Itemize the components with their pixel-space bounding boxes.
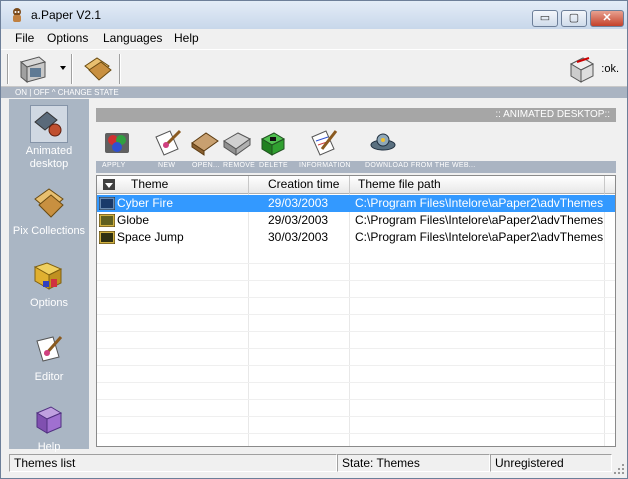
cell-created: 29/03/2003 (268, 213, 329, 227)
sidebar-item-editor[interactable]: Editor (9, 331, 89, 384)
row-divider (97, 280, 615, 281)
main-panel: :: ANIMATED DESKTOP:: APPLY NEW OPEN... … (93, 99, 619, 451)
sidebar-item-options[interactable]: Options (9, 257, 89, 310)
toolbar: :ok. (1, 49, 627, 87)
toolbar-separator (71, 54, 73, 84)
cell-path: C:\Program Files\Intelore\aPaper2\advThe… (355, 213, 603, 227)
row-divider (97, 314, 615, 315)
status-bar: Themes list State: Themes Unregistered (1, 452, 627, 478)
ok-label: :ok. (601, 63, 619, 75)
minimize-button[interactable]: ▭ (532, 10, 558, 27)
row-divider (97, 365, 615, 366)
sidebar-item-label: Animated desktop (25, 145, 73, 170)
download-button[interactable]: DOWNLOAD FROM THE WEB... (365, 162, 476, 169)
theme-row-icon (99, 212, 115, 229)
editor-icon (30, 331, 68, 369)
menu-bar: File Options Languages Help (1, 29, 627, 49)
information-button[interactable]: INFORMATION (299, 162, 351, 169)
help-book-icon (30, 401, 68, 439)
download-icon[interactable] (368, 127, 398, 157)
apply-button[interactable]: APPLY (102, 162, 126, 169)
cell-theme: Cyber Fire (117, 196, 174, 210)
sidebar-item-animated-desktop[interactable]: Animated desktop (9, 105, 89, 171)
options-folder-icon (30, 257, 68, 295)
cell-path: C:\Program Files\Intelore\aPaper2\advThe… (355, 196, 603, 210)
dropdown-arrow-icon[interactable] (59, 64, 67, 72)
open-button[interactable]: OPEN... (192, 162, 220, 169)
theme-row-icon (99, 195, 115, 212)
list-header: Theme Creation time Theme file path (97, 176, 615, 194)
cell-theme: Space Jump (117, 230, 184, 244)
window-title: a.Paper V2.1 (31, 8, 102, 22)
maximize-button[interactable]: ▢ (561, 10, 587, 27)
menu-help[interactable]: Help (174, 31, 199, 45)
sidebar-item-label: Pix Collections (12, 225, 86, 237)
action-toolbar (96, 123, 616, 161)
status-themes-list: Themes list (9, 454, 337, 472)
status-registration: Unregistered (490, 454, 612, 472)
row-divider (97, 416, 615, 417)
menu-languages[interactable]: Languages (103, 31, 162, 45)
cell-path: C:\Program Files\Intelore\aPaper2\advThe… (355, 230, 603, 244)
sidebar-item-help[interactable]: Help (9, 401, 89, 454)
row-divider (97, 433, 615, 434)
pix-collections-toolbar-icon[interactable] (81, 54, 113, 84)
sidebar-item-label: Editor (34, 371, 64, 383)
column-header-theme-file-path[interactable]: Theme file path (350, 176, 605, 194)
remove-button[interactable]: REMOVE (223, 162, 255, 169)
status-state: State: Themes (337, 454, 490, 472)
menu-file[interactable]: File (15, 31, 34, 45)
theme-row-icon (99, 229, 115, 246)
cell-theme: Globe (117, 213, 150, 227)
toolbar-separator (7, 54, 9, 84)
sidebar-item-pix-collections[interactable]: Pix Collections (9, 185, 89, 238)
close-button[interactable]: ✕ (590, 10, 624, 27)
action-labels-bar: APPLY NEW OPEN... REMOVE DELETE INFORMAT… (96, 161, 616, 173)
row-divider (97, 382, 615, 383)
row-divider (97, 348, 615, 349)
pix-collections-icon (30, 185, 68, 223)
ok-cube-icon[interactable] (567, 54, 597, 84)
table-row[interactable]: Cyber Fire 29/03/2003 C:\Program Files\I… (97, 195, 615, 212)
sort-dropdown-icon[interactable] (103, 179, 115, 190)
row-divider (97, 263, 615, 264)
animated-desktop-icon (30, 105, 68, 143)
panel-header: :: ANIMATED DESKTOP:: (96, 108, 616, 122)
sidebar-item-label: Options (30, 297, 68, 309)
monitor-icon[interactable] (17, 54, 49, 84)
apply-icon[interactable] (102, 127, 132, 157)
delete-button[interactable]: DELETE (259, 162, 288, 169)
resize-grip-icon[interactable] (613, 463, 625, 475)
app-logo-icon (13, 8, 21, 22)
menu-options[interactable]: Options (47, 31, 88, 45)
cell-created: 30/03/2003 (268, 230, 329, 244)
remove-icon[interactable] (222, 127, 252, 157)
row-divider (97, 331, 615, 332)
new-icon[interactable] (152, 127, 182, 157)
row-divider (97, 297, 615, 298)
table-row[interactable]: Globe 29/03/2003 C:\Program Files\Intelo… (97, 212, 615, 229)
row-divider (97, 399, 615, 400)
app-window: a.Paper V2.1 ▭ ▢ ✕ File Options Language… (0, 0, 628, 479)
cell-created: 29/03/2003 (268, 196, 329, 210)
themes-list[interactable]: Theme Creation time Theme file path Cybe… (96, 175, 616, 447)
column-header-theme[interactable]: Theme (97, 176, 249, 194)
new-button[interactable]: NEW (158, 162, 175, 169)
table-row[interactable]: Space Jump 30/03/2003 C:\Program Files\I… (97, 229, 615, 246)
open-icon[interactable] (190, 127, 220, 157)
toolbar-separator (119, 54, 121, 84)
change-state-bar[interactable]: ON | OFF ^ CHANGE STATE (1, 87, 627, 98)
column-header-creation-time[interactable]: Creation time (249, 176, 350, 194)
title-bar[interactable]: a.Paper V2.1 ▭ ▢ ✕ (1, 1, 627, 29)
information-icon[interactable] (308, 127, 338, 157)
column-label: Theme (131, 177, 169, 191)
delete-icon[interactable] (258, 127, 288, 157)
sidebar: Animated desktop Pix Collections Options… (9, 99, 89, 453)
